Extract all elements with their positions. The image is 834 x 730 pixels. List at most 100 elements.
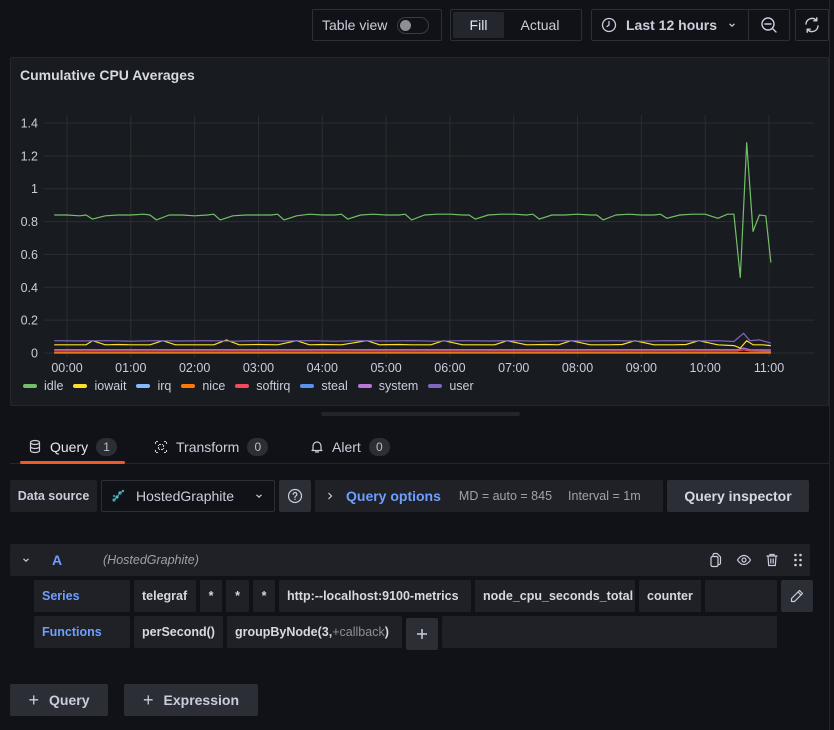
tab-alert-count: 0 [368,437,390,456]
tab-transform-count: 0 [247,437,269,456]
query-inspector-button[interactable]: Query inspector [667,480,809,512]
tab-alert-label: Alert [332,438,361,455]
trash-icon[interactable] [764,552,780,568]
legend-item-irq[interactable]: irq [136,379,171,393]
series-segment[interactable]: http:--localhost:9100-metrics [279,580,471,612]
legend-item-softirq[interactable]: softirq [235,379,290,393]
tab-query-label: Query [50,438,89,455]
add-query-button[interactable]: + Query [10,684,108,716]
legend-item-iowait[interactable]: iowait [73,379,126,393]
query-datasource: (HostedGraphite) [103,553,199,567]
x-tick-label: 02:00 [179,361,210,375]
time-range-button[interactable]: Last 12 hours [592,10,750,40]
function-chip-groupbynode[interactable]: groupByNode(3, +callback) [227,616,402,648]
duplicate-icon[interactable] [708,552,724,568]
data-source-label: Data source [10,480,97,512]
series-segment[interactable]: * [226,580,249,612]
series-segment[interactable]: node_cpu_seconds_total [475,580,635,612]
series-segment[interactable]: counter [639,580,701,612]
x-tick-label: 10:00 [690,361,721,375]
time-picker: Last 12 hours [591,9,790,41]
series-segment[interactable]: * [200,580,222,612]
legend-label: steal [321,379,348,393]
table-view-switch[interactable] [397,16,430,34]
chevron-right-icon [326,491,334,501]
tab-alert[interactable]: Alert 0 [310,430,390,463]
collapse-chevron-icon[interactable] [21,555,31,565]
plus-icon: + [28,689,40,710]
function-close-paren: ) [384,625,389,639]
eye-icon[interactable] [736,552,752,568]
functions-empty-area [442,616,777,648]
query-letter[interactable]: A [52,552,62,568]
series-line-idle [54,142,772,278]
fill-button[interactable]: Fill [453,12,504,38]
data-source-picker[interactable]: HostedGraphite [101,480,275,512]
time-range-label: Last 12 hours [626,17,718,33]
chevron-down-icon [254,491,264,501]
x-tick-label: 08:00 [562,361,593,375]
transform-icon [154,440,168,454]
legend-label: iowait [94,379,127,393]
series-segment[interactable]: * [253,580,275,612]
legend-swatch [300,384,315,388]
legend-label: nice [202,379,226,393]
drag-handle-icon[interactable] [792,552,804,568]
graphite-logo-icon [111,489,125,503]
x-tick-label: 03:00 [243,361,274,375]
y-tick-label: 0.6 [21,248,38,262]
add-expression-label: Expression [163,692,239,708]
pencil-icon [789,588,805,604]
x-tick-label: 11:00 [754,361,784,375]
x-tick-label: 00:00 [51,361,82,375]
legend-item-steal[interactable]: steal [300,379,348,393]
y-tick-label: 0.2 [21,314,38,328]
panel-resize-handle[interactable] [321,412,520,416]
function-chip[interactable]: perSecond() [134,616,223,648]
query-actions [708,552,804,568]
x-tick-label: 06:00 [434,361,465,375]
actual-button[interactable]: Actual [504,12,576,38]
refresh-button[interactable] [795,9,829,41]
tab-query[interactable]: Query 1 [19,430,126,464]
legend-item-system[interactable]: system [357,379,419,393]
series-segment-empty[interactable] [705,580,777,612]
legend-item-user[interactable]: user [428,379,474,393]
y-tick-label: 0 [31,347,38,361]
query-options-title: Query options [346,488,441,504]
function-name: groupByNode(3, [235,625,333,639]
data-source-help-button[interactable] [279,480,311,512]
legend-label: irq [157,379,172,393]
clock-icon [601,17,617,33]
tab-transform[interactable]: Transform 0 [154,430,269,463]
help-icon [287,488,303,504]
cpu-chart: 0 0.2 0.4 0.6 0.8 1 1.2 1.4 00:00 01:00 02:00 03:00… [21,115,814,375]
add-expression-button[interactable]: + Expression [124,684,258,716]
database-icon [28,439,42,454]
y-tick-label: 1.2 [21,149,38,163]
data-source-name: HostedGraphite [136,488,235,504]
editor-tabs: Query 1 Transform 0 Alert 0 [10,430,829,464]
query-options-toggle[interactable]: Query options MD = auto = 845 Interval =… [315,480,663,512]
function-callback-param[interactable]: +callback [332,625,384,639]
legend-item-nice[interactable]: nice [181,379,225,393]
add-function-button[interactable] [406,618,438,650]
functions-label-text: Functions [42,625,102,639]
legend-label: system [378,379,419,393]
x-tick-label: 07:00 [498,361,529,375]
table-view-toggle[interactable]: Table view [312,9,442,41]
max-data-points: MD = auto = 845 [458,489,553,503]
legend-item-idle[interactable]: idle [23,379,63,393]
scrollbar-track[interactable] [829,0,830,730]
zoom-out-icon [760,16,778,34]
series-segment[interactable]: telegraf [134,580,196,612]
chart-panel: Cumulative CPU Averages 0 0.2 0.4 0.6 0.8 1 1.… [10,57,829,406]
legend-swatch [357,384,372,388]
zoom-out-button[interactable] [749,10,789,40]
tab-transform-label: Transform [176,438,240,455]
x-tick-label: 04:00 [307,361,338,375]
refresh-icon [803,16,821,34]
legend-swatch [73,384,88,388]
query-row-header: A (HostedGraphite) [10,544,810,576]
edit-query-button[interactable] [781,580,813,612]
